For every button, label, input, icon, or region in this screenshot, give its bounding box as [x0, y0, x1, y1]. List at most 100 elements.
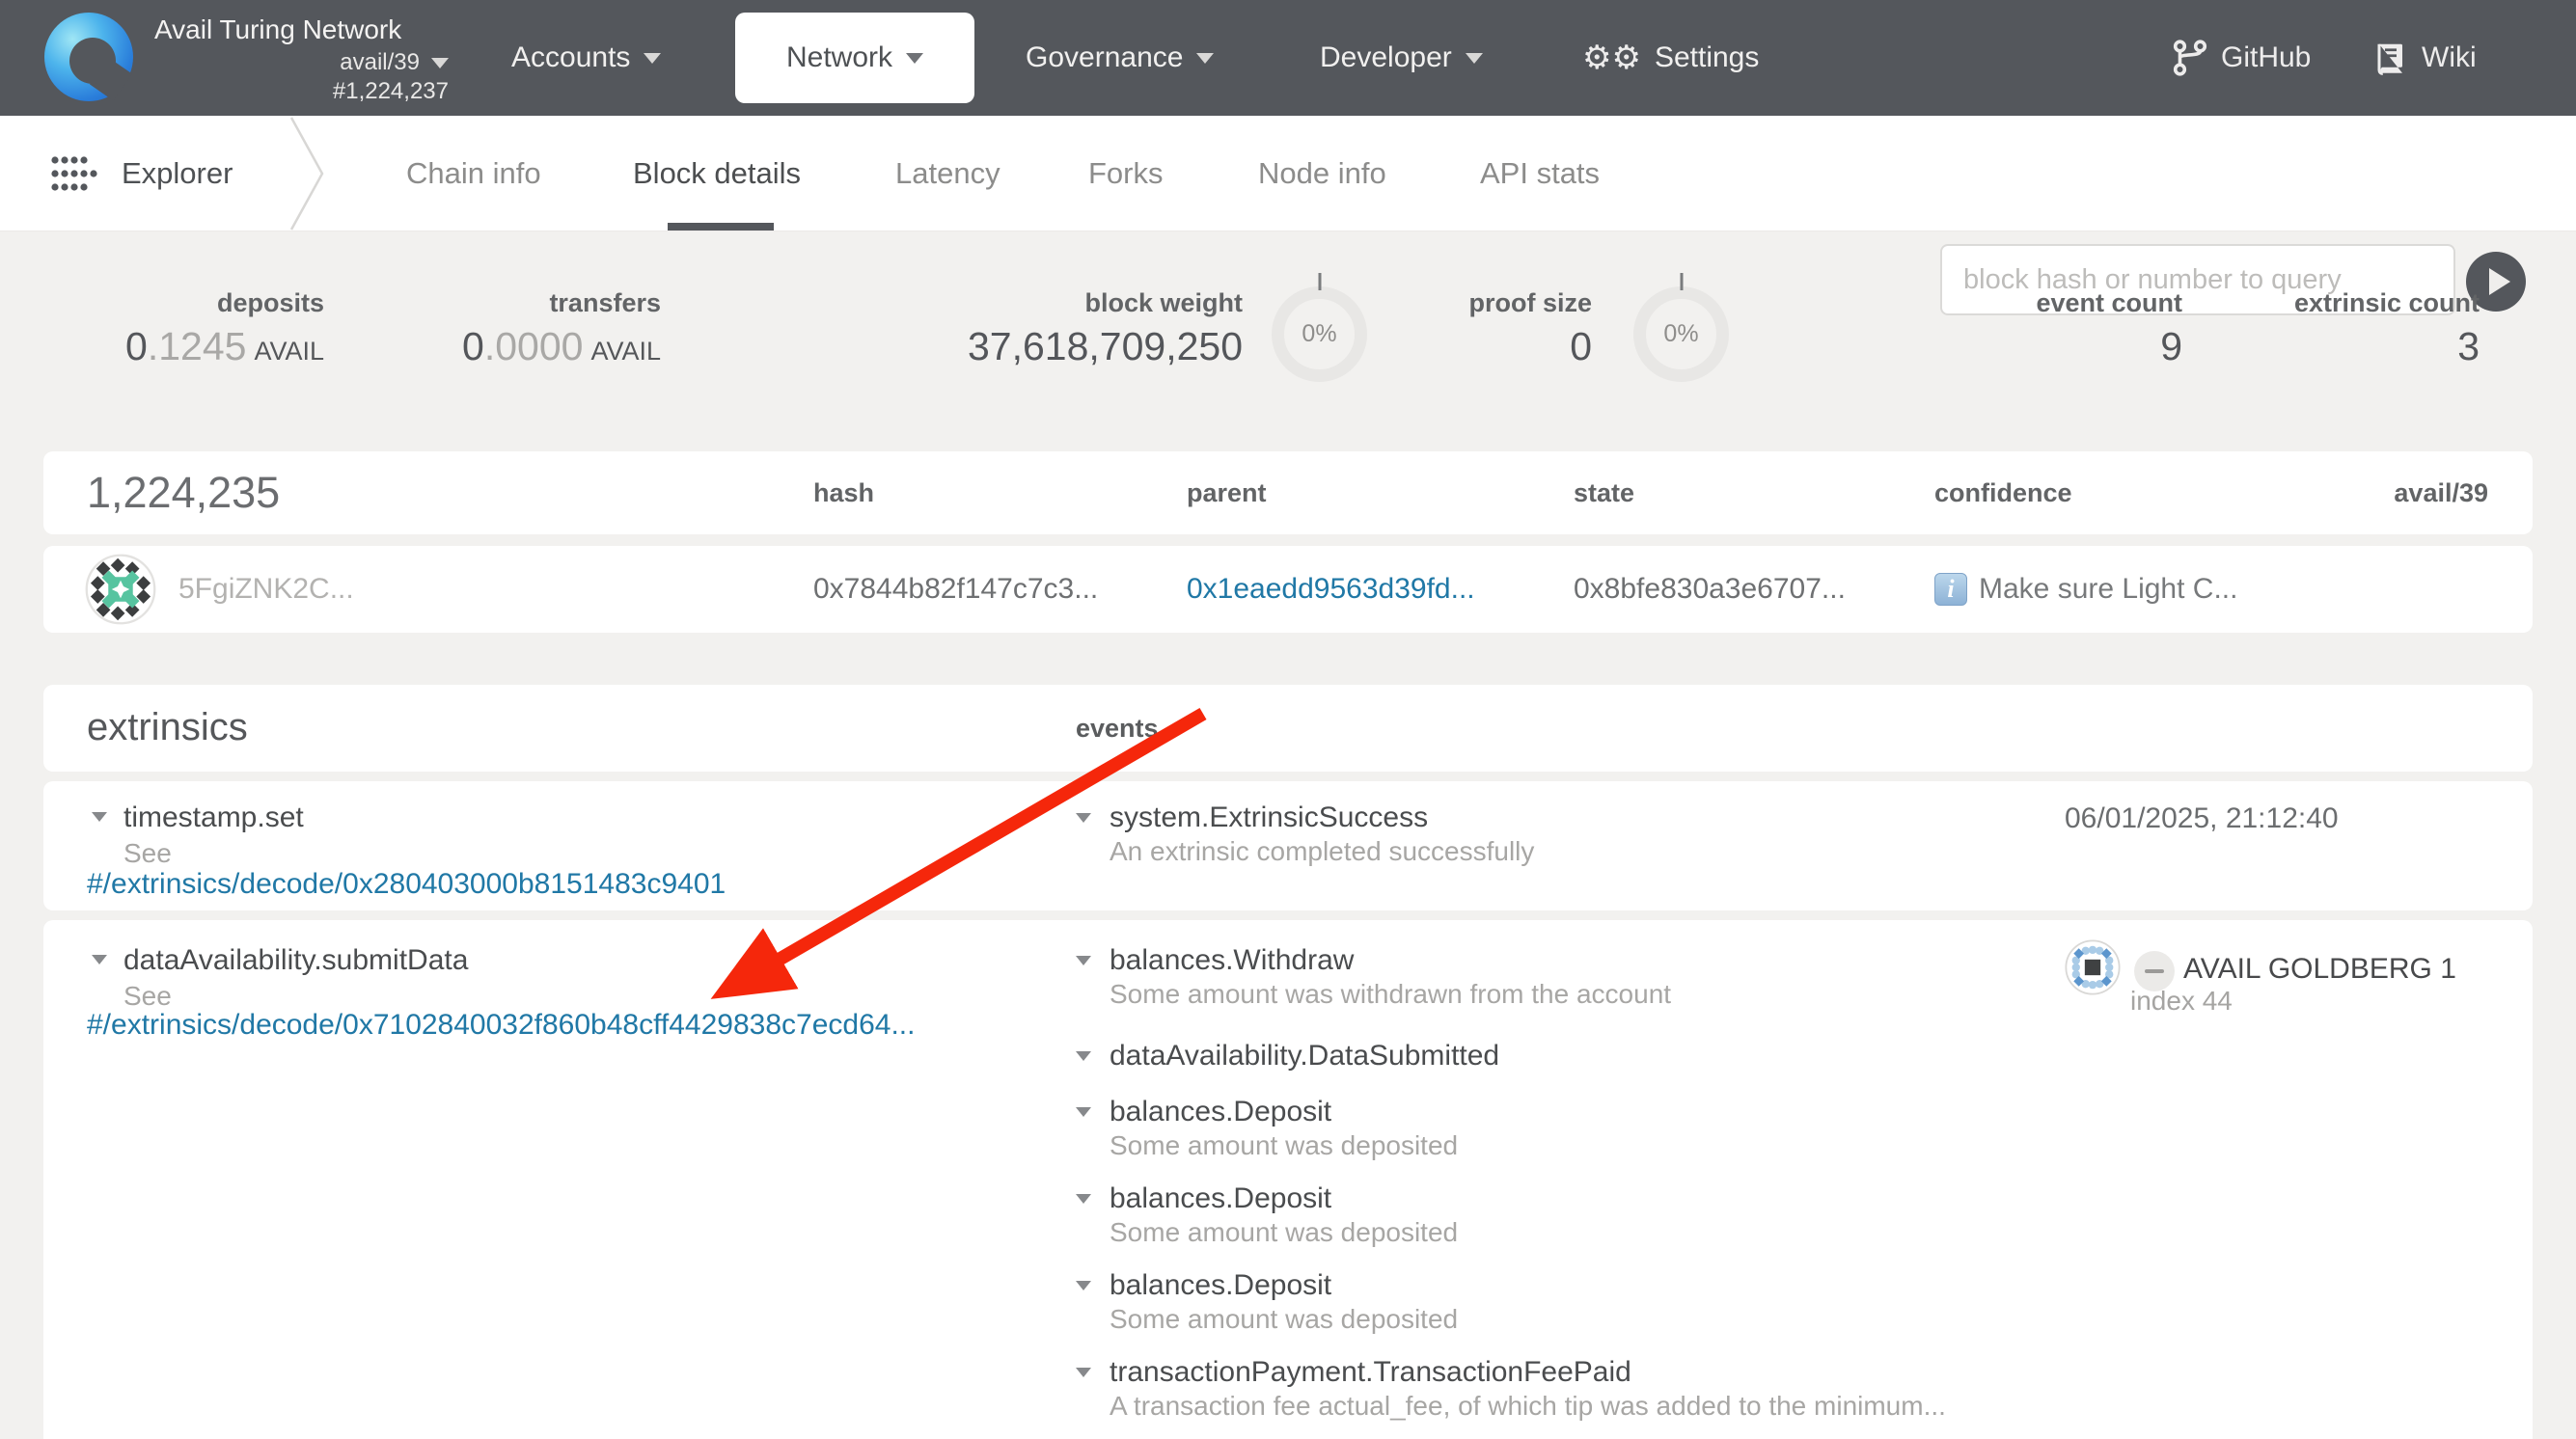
chevron-down-icon: [1466, 53, 1483, 64]
tab-block-details[interactable]: Block details: [633, 116, 801, 231]
chevron-down-icon: [644, 53, 661, 64]
account-identicon: [2065, 939, 2121, 995]
chain-spec: avail/39: [340, 49, 420, 76]
tab-api-stats[interactable]: API stats: [1480, 116, 1600, 231]
extrinsic-decode-link[interactable]: #/extrinsics/decode/0x280403000b8151483c…: [87, 868, 726, 901]
confidence-text: Make sure Light C...: [1979, 573, 2237, 606]
expand-caret-icon[interactable]: [1076, 1051, 1091, 1061]
gears-icon: ⚙⚙: [1582, 41, 1641, 74]
expand-caret-icon[interactable]: [92, 955, 107, 964]
event-item: transactionPayment.TransactionFeePaid A …: [1110, 1355, 2036, 1422]
event-description: Some amount was deposited: [1110, 1216, 2036, 1248]
app-label: Explorer: [122, 156, 233, 191]
nav-item-accounts[interactable]: Accounts: [511, 0, 661, 116]
parent-hash-link[interactable]: 0x1eaedd9563d39fd...: [1187, 573, 1475, 606]
chevron-down-icon: [1196, 53, 1214, 64]
event-name: system.ExtrinsicSuccess: [1110, 801, 2036, 835]
extrinsic-see-label: See: [123, 980, 468, 1013]
event-name: balances.Deposit: [1110, 1095, 2036, 1129]
block-author-identicon: [85, 554, 156, 625]
summary-transfers: transfers 0.0000AVAIL: [462, 287, 661, 375]
value-unit: AVAIL: [590, 337, 661, 366]
nav-item-governance[interactable]: Governance: [1026, 0, 1214, 116]
value-dec: .0000: [484, 324, 584, 368]
summary-label: proof size: [1468, 287, 1592, 318]
expand-caret-icon[interactable]: [1076, 813, 1091, 823]
chevron-down-icon: [906, 53, 923, 64]
github-link[interactable]: GitHub: [2173, 0, 2311, 116]
book-icon: [2373, 40, 2408, 76]
event-item: balances.Deposit Some amount was deposit…: [1110, 1181, 2036, 1248]
event-item: dataAvailability.DataSubmitted: [1110, 1039, 2036, 1073]
events-column: system.ExtrinsicSuccess An extrinsic com…: [1110, 801, 2036, 887]
event-name: balances.Deposit: [1110, 1181, 2036, 1216]
block-weight-gauge: 0%: [1272, 286, 1367, 382]
block-author-address[interactable]: 5FgiZNK2C...: [178, 573, 354, 606]
extrinsic-row: timestamp.set See #/extrinsics/decode/0x…: [43, 781, 2533, 910]
signer-account[interactable]: AVAIL GOLDBERG 1 index 44: [2065, 939, 2518, 1026]
tab-chain-info[interactable]: Chain info: [406, 116, 541, 231]
app-header: Avail Turing Network avail/39 #1,224,237…: [0, 0, 2576, 116]
avail-logo-icon: [44, 13, 133, 101]
expand-caret-icon[interactable]: [1076, 1368, 1091, 1377]
value-unit: AVAIL: [254, 337, 324, 366]
expand-caret-icon[interactable]: [92, 812, 107, 822]
wiki-link[interactable]: Wiki: [2373, 0, 2477, 116]
code-fork-icon: [2173, 39, 2207, 77]
summary-value: 0: [1468, 322, 1592, 370]
value-int: 0: [125, 324, 148, 368]
column-header-hash: hash: [813, 478, 874, 508]
tab-label: API stats: [1480, 156, 1600, 191]
tab-label: Forks: [1088, 156, 1164, 191]
proof-size-gauge: 0%: [1633, 286, 1729, 382]
summary-event-count: event count 9: [2036, 287, 2182, 370]
tab-label: Chain info: [406, 156, 541, 191]
column-header-state: state: [1574, 478, 1634, 508]
expand-caret-icon[interactable]: [1076, 956, 1091, 965]
settings-label: Settings: [1655, 41, 1759, 74]
extrinsics-title: extrinsics: [87, 706, 248, 749]
best-block-number: #1,224,237: [333, 78, 449, 105]
summary-proof-size: proof size 0: [1468, 287, 1592, 370]
event-name: transactionPayment.TransactionFeePaid: [1110, 1355, 2036, 1390]
app-selector-explorer[interactable]: Explorer: [46, 116, 233, 231]
apps-grid-icon: [46, 153, 100, 194]
tab-latency[interactable]: Latency: [895, 116, 1000, 231]
value-int: 0: [462, 324, 484, 368]
event-name: balances.Withdraw: [1110, 943, 2036, 978]
summary-value: 9: [2036, 322, 2182, 370]
active-tab-underline: [668, 223, 774, 231]
page: Avail Turing Network avail/39 #1,224,237…: [0, 0, 2576, 1439]
nav-item-developer[interactable]: Developer: [1320, 0, 1483, 116]
summary-deposits: deposits 0.1245AVAIL: [125, 287, 324, 375]
column-header-parent: parent: [1187, 478, 1267, 508]
block-number: 1,224,235: [87, 468, 280, 518]
tab-node-info[interactable]: Node info: [1258, 116, 1386, 231]
event-description: Some amount was withdrawn from the accou…: [1110, 978, 2036, 1010]
event-name: balances.Deposit: [1110, 1268, 2036, 1303]
summary-label: event count: [2036, 287, 2182, 318]
tab-forks[interactable]: Forks: [1088, 116, 1164, 231]
expand-caret-icon[interactable]: [1076, 1194, 1091, 1204]
extrinsic-method-block: timestamp.set See: [123, 801, 304, 870]
block-hash: 0x7844b82f147c7c3...: [813, 573, 1098, 606]
event-description: An extrinsic completed successfully: [1110, 835, 2036, 867]
summary-label: transfers: [462, 287, 661, 318]
tab-label: Block details: [633, 156, 801, 191]
block-table-row: 5FgiZNK2C... 0x7844b82f147c7c3... 0x1eae…: [43, 546, 2533, 633]
expand-caret-icon[interactable]: [1076, 1107, 1091, 1117]
extrinsic-method: dataAvailability.submitData: [123, 943, 468, 978]
summary-value: 3: [2294, 322, 2480, 370]
nav-label: Network: [786, 41, 892, 74]
nav-item-network[interactable]: Network: [735, 13, 974, 103]
events-column: balances.Withdraw Some amount was withdr…: [1110, 943, 2036, 1439]
expand-caret-icon[interactable]: [1076, 1281, 1091, 1290]
chain-selector[interactable]: Avail Turing Network avail/39 #1,224,237: [154, 14, 449, 105]
extrinsic-see-label: See: [123, 837, 304, 870]
extrinsic-decode-link[interactable]: #/extrinsics/decode/0x7102840032f860b48c…: [87, 1009, 915, 1042]
nav-label: Governance: [1026, 41, 1183, 74]
account-name: AVAIL GOLDBERG 1: [2183, 953, 2456, 986]
section-divider: [289, 116, 332, 231]
settings-button[interactable]: ⚙⚙ Settings: [1582, 0, 1759, 116]
extrinsic-row: dataAvailability.submitData See #/extrin…: [43, 920, 2533, 1439]
